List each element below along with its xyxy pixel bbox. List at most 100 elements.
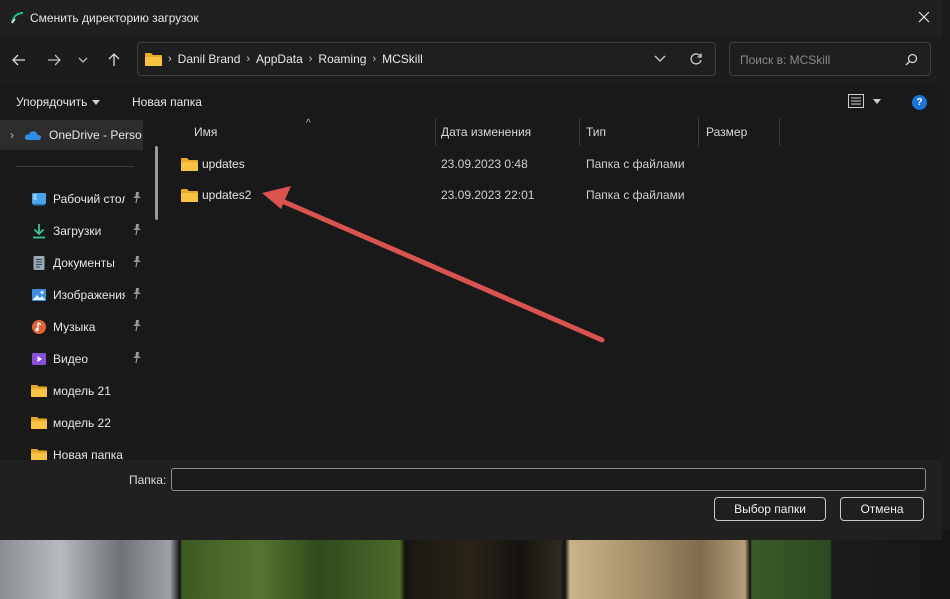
folder-icon — [31, 449, 47, 460]
dialog-footer: Папка: Выбор папки Отмена — [0, 460, 942, 540]
column-divider[interactable] — [779, 118, 780, 146]
file-date: 23.09.2023 0:48 — [441, 157, 528, 171]
desktop-icon — [32, 193, 46, 206]
view-menu-button[interactable] — [848, 94, 881, 108]
search-box[interactable] — [729, 42, 931, 76]
nav-item-model-21[interactable]: модель 21 — [31, 378, 146, 404]
file-type: Папка с файлами — [586, 188, 685, 202]
arrow-up-icon — [108, 53, 120, 66]
search-input[interactable] — [738, 51, 898, 69]
nav-item-onedrive[interactable]: › OneDrive - Perso — [0, 120, 143, 150]
pin-icon — [133, 352, 141, 363]
forward-button[interactable] — [41, 47, 67, 73]
column-header-label: Имя — [194, 125, 218, 139]
help-button[interactable]: ? — [912, 95, 927, 110]
recent-locations-button[interactable] — [72, 47, 94, 73]
window-title: Сменить директорию загрузок — [30, 11, 199, 25]
pin-icon — [133, 288, 141, 299]
title-bar: Сменить директорию загрузок — [0, 0, 942, 36]
breadcrumb-separator: › — [246, 53, 251, 65]
nav-item-label: Музыка — [53, 320, 96, 334]
nav-item-label: Изображения — [53, 288, 125, 302]
chevron-down-icon — [78, 57, 88, 63]
expand-chevron-icon[interactable]: › — [10, 128, 14, 142]
column-header-label: Дата изменения — [441, 125, 532, 139]
caret-down-icon — [873, 98, 881, 104]
videos-icon — [32, 353, 46, 365]
breadcrumb-danil-brand[interactable]: Danil Brand — [178, 52, 241, 66]
arrow-right-icon — [48, 54, 61, 66]
column-header-label: Размер — [706, 125, 748, 139]
breadcrumb-separator: › — [308, 53, 313, 65]
scrollbar-thumb[interactable] — [155, 146, 158, 220]
pin-icon — [133, 192, 141, 203]
cancel-button[interactable]: Отмена — [840, 497, 924, 521]
folder-field[interactable] — [171, 468, 926, 491]
column-header-label: Тип — [586, 125, 607, 139]
back-button[interactable] — [6, 47, 32, 73]
file-name: updates2 — [202, 188, 252, 202]
list-item-updates2[interactable]: updates2 23.09.2023 22:01 Папка с файлам… — [175, 182, 775, 208]
folder-icon — [181, 189, 198, 202]
nav-divider — [16, 166, 134, 167]
breadcrumb-mcskill[interactable]: MCSkill — [382, 52, 423, 66]
navigation-row: › Danil Brand › AppData › Roaming › MCSk… — [0, 36, 942, 86]
search-icon[interactable] — [905, 53, 918, 66]
column-header-date[interactable]: Дата изменения — [441, 118, 531, 146]
music-icon — [32, 320, 46, 334]
close-button[interactable] — [910, 4, 938, 30]
sort-ascending-icon: ^ — [306, 118, 311, 129]
caret-down-icon — [92, 99, 101, 105]
nav-item-videos[interactable]: Видео — [31, 346, 146, 372]
column-divider[interactable] — [579, 118, 580, 146]
nav-item-music[interactable]: Музыка — [31, 314, 146, 340]
background-game-texture — [0, 530, 950, 599]
column-divider[interactable] — [435, 118, 436, 146]
close-icon — [918, 11, 930, 23]
file-date: 23.09.2023 22:01 — [441, 188, 535, 202]
app-icon — [11, 12, 24, 24]
nav-item-documents[interactable]: Документы — [31, 250, 146, 276]
breadcrumb-separator: › — [372, 53, 377, 65]
folder-icon — [31, 385, 47, 397]
nav-item-new-folder[interactable]: Новая папка — [31, 442, 146, 460]
select-folder-button[interactable]: Выбор папки — [714, 497, 826, 521]
nav-item-label: Загрузки — [53, 224, 102, 238]
onedrive-cloud-icon — [24, 130, 42, 140]
nav-item-label: Видео — [53, 352, 89, 366]
nav-scrollbar[interactable] — [150, 118, 163, 460]
column-header-size[interactable]: Размер — [706, 118, 747, 146]
nav-item-label: Рабочий стол — [53, 192, 125, 206]
breadcrumb-separator: › — [168, 53, 172, 65]
new-folder-label: Новая папка — [132, 95, 202, 109]
nav-item-label: Документы — [53, 256, 115, 270]
documents-icon — [33, 256, 45, 270]
breadcrumb-appdata[interactable]: AppData — [256, 52, 303, 66]
address-bar[interactable]: › Danil Brand › AppData › Roaming › MCSk… — [137, 42, 716, 76]
cancel-label: Отмена — [860, 502, 904, 516]
organize-menu[interactable]: Упорядочить — [16, 95, 101, 109]
new-folder-button[interactable]: Новая папка — [132, 95, 202, 109]
nav-item-pictures[interactable]: Изображения — [31, 282, 146, 308]
select-folder-label: Выбор папки — [734, 502, 806, 516]
refresh-icon[interactable] — [689, 52, 703, 66]
folder-field-label: Папка: — [129, 473, 167, 487]
column-divider[interactable] — [698, 118, 699, 146]
nav-item-downloads[interactable]: Загрузки — [31, 218, 146, 244]
breadcrumb-roaming[interactable]: Roaming — [318, 52, 366, 66]
organize-label: Упорядочить — [16, 95, 88, 109]
nav-item-model-22[interactable]: модель 22 — [31, 410, 146, 436]
column-header-name[interactable]: Имя — [194, 118, 217, 146]
pictures-icon — [32, 289, 46, 301]
nav-item-label: Новая папка — [53, 448, 123, 460]
navigation-pane: › OneDrive - Perso Рабочий стол Загрузки… — [0, 118, 150, 460]
details-view-icon — [848, 94, 864, 108]
up-button[interactable] — [101, 47, 127, 73]
nav-item-desktop[interactable]: Рабочий стол — [31, 186, 146, 212]
list-item-updates[interactable]: updates 23.09.2023 0:48 Папка с файлами — [175, 151, 775, 177]
address-history-chevron-icon[interactable] — [653, 53, 667, 65]
help-icon: ? — [916, 97, 923, 108]
folder-icon — [145, 53, 162, 66]
nav-item-label: OneDrive - Perso — [49, 128, 142, 142]
column-header-type[interactable]: Тип — [586, 118, 606, 146]
